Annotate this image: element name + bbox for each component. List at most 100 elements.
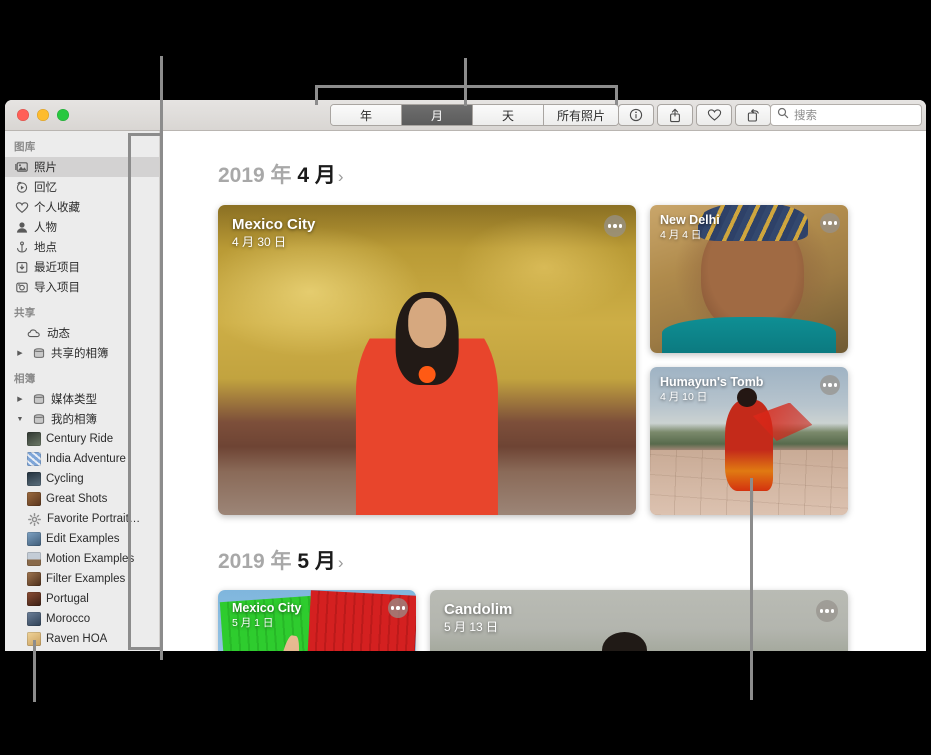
album-thumbnail xyxy=(27,472,41,486)
header-month: 5 月 xyxy=(297,545,336,575)
sidebar-album-label: Century Ride xyxy=(46,433,113,445)
callout-toolbar-bracket-right xyxy=(615,85,618,105)
segment-months[interactable]: 月 xyxy=(402,105,473,125)
more-options-button[interactable] xyxy=(820,213,840,233)
sidebar-item-memories[interactable]: 回忆 xyxy=(5,177,159,197)
photo-date: 5 月 1 日 xyxy=(232,617,301,630)
sidebar-album-cycling[interactable]: Cycling xyxy=(5,469,159,489)
heart-icon xyxy=(14,200,29,214)
sidebar-item-label: 照片 xyxy=(34,159,57,175)
sidebar-item-shared-albums[interactable]: ▶ 共享的相簿 xyxy=(5,343,159,363)
sidebar-item-my-albums[interactable]: ▼ 我的相簿 xyxy=(5,409,159,429)
photo-card[interactable]: New Delhi 4 月 4 日 xyxy=(650,205,848,353)
album-thumbnail xyxy=(27,552,41,566)
sidebar-album-favorite-portraits[interactable]: Favorite Portrait… xyxy=(5,509,159,529)
sidebar-album-label: Cycling xyxy=(46,473,84,485)
chevron-right-icon[interactable]: › xyxy=(338,167,344,187)
month-header-may[interactable]: 2019 年 5 月 › xyxy=(218,545,926,575)
info-icon xyxy=(629,108,643,122)
chevron-right-icon[interactable]: ▶ xyxy=(14,395,26,403)
photo-card[interactable]: Mexico City 5 月 1 日 xyxy=(218,590,416,651)
sidebar-item-label: 人物 xyxy=(34,219,57,235)
photo-subject-detail xyxy=(408,298,446,348)
sidebar-item-imports[interactable]: 导入项目 xyxy=(5,277,159,297)
folder-icon xyxy=(31,346,46,360)
share-icon xyxy=(668,108,682,123)
photo-title: Mexico City xyxy=(232,216,315,233)
photo-title: Candolim xyxy=(444,601,512,618)
places-pin-icon xyxy=(14,240,29,254)
sidebar-item-places[interactable]: 地点 xyxy=(5,237,159,257)
photo-card[interactable]: Humayun's Tomb 4 月 10 日 xyxy=(650,367,848,515)
rotate-button[interactable] xyxy=(735,104,771,126)
sidebar-item-label: 我的相簿 xyxy=(51,411,97,427)
sidebar-album-portugal[interactable]: Portugal xyxy=(5,589,159,609)
sidebar-item-label: 导入项目 xyxy=(34,279,80,295)
album-thumbnail xyxy=(27,452,41,466)
photo-caption: Humayun's Tomb 4 月 10 日 xyxy=(660,375,763,404)
photo-subject xyxy=(597,632,651,651)
sidebar-item-recents[interactable]: 最近项目 xyxy=(5,257,159,277)
close-button[interactable] xyxy=(17,109,29,121)
segment-days[interactable]: 天 xyxy=(473,105,544,125)
sidebar-album-edit-examples[interactable]: Edit Examples xyxy=(5,529,159,549)
heart-icon xyxy=(707,108,722,122)
view-mode-segmented-control[interactable]: 年 月 天 所有照片 xyxy=(330,104,619,126)
sidebar-item-media-types[interactable]: ▶ 媒体类型 xyxy=(5,389,159,409)
callout-toolbar-vertical xyxy=(464,58,467,106)
sidebar-album-raven-hoa[interactable]: Raven HOA xyxy=(5,629,159,649)
sidebar-album-filter-examples[interactable]: Filter Examples xyxy=(5,569,159,589)
sidebar-album-label: Raven HOA xyxy=(46,633,107,645)
person-icon xyxy=(14,220,29,234)
sidebar-album-great-shots[interactable]: Great Shots xyxy=(5,489,159,509)
album-thumbnail xyxy=(27,532,41,546)
search-field[interactable]: 搜索 xyxy=(770,104,922,126)
search-placeholder: 搜索 xyxy=(794,107,817,123)
photo-grid[interactable]: 2019 年 4 月 › Mexico City 4 月 30 日 xyxy=(160,131,926,651)
more-options-button[interactable] xyxy=(604,215,626,237)
album-thumbnail xyxy=(27,492,41,506)
sidebar[interactable]: 图库 照片 回忆 个人收藏 xyxy=(5,131,160,651)
sidebar-album-motion-examples[interactable]: Motion Examples xyxy=(5,549,159,569)
photo-title: New Delhi xyxy=(660,213,720,227)
segment-years[interactable]: 年 xyxy=(331,105,402,125)
screenshot-stage: 年 月 天 所有照片 xyxy=(0,0,931,755)
share-button[interactable] xyxy=(657,104,693,126)
photo-date: 4 月 30 日 xyxy=(232,235,315,249)
album-thumbnail xyxy=(27,432,41,446)
sidebar-item-label: 最近项目 xyxy=(34,259,80,275)
sidebar-album-morocco[interactable]: Morocco xyxy=(5,609,159,629)
callout-sidebar-vertical xyxy=(160,56,163,660)
month-header-april[interactable]: 2019 年 4 月 › xyxy=(218,159,926,189)
info-button[interactable] xyxy=(618,104,654,126)
sidebar-album-label: Portugal xyxy=(46,593,89,605)
photo-caption: Mexico City 4 月 30 日 xyxy=(232,216,315,250)
more-options-button[interactable] xyxy=(388,598,408,618)
callout-photo-leader xyxy=(750,478,753,700)
zoom-button[interactable] xyxy=(57,109,69,121)
minimize-button[interactable] xyxy=(37,109,49,121)
memories-icon xyxy=(14,180,29,194)
segment-all-photos[interactable]: 所有照片 xyxy=(544,105,618,125)
sidebar-item-people[interactable]: 人物 xyxy=(5,217,159,237)
folder-icon xyxy=(31,392,46,406)
search-icon xyxy=(777,106,789,124)
chevron-right-icon[interactable]: › xyxy=(338,553,344,573)
sidebar-album-india-adventure[interactable]: India Adventure xyxy=(5,449,159,469)
album-thumbnail xyxy=(27,592,41,606)
cloud-icon xyxy=(27,326,42,340)
sidebar-album-century-ride[interactable]: Century Ride xyxy=(5,429,159,449)
more-options-button[interactable] xyxy=(820,375,840,395)
favorite-button[interactable] xyxy=(696,104,732,126)
more-options-button[interactable] xyxy=(816,600,838,622)
sidebar-item-activity[interactable]: 动态 xyxy=(5,323,159,343)
sidebar-item-label: 媒体类型 xyxy=(51,391,97,407)
photo-card[interactable]: Mexico City 4 月 30 日 xyxy=(218,205,636,515)
chevron-right-icon[interactable]: ▶ xyxy=(14,349,26,357)
chevron-down-icon[interactable]: ▼ xyxy=(14,416,26,423)
header-year: 2019 年 xyxy=(218,159,292,189)
sidebar-item-favorites[interactable]: 个人收藏 xyxy=(5,197,159,217)
photo-date: 5 月 13 日 xyxy=(444,620,512,634)
photo-card[interactable]: Candolim 5 月 13 日 xyxy=(430,590,848,651)
sidebar-item-photos[interactable]: 照片 xyxy=(5,157,159,177)
